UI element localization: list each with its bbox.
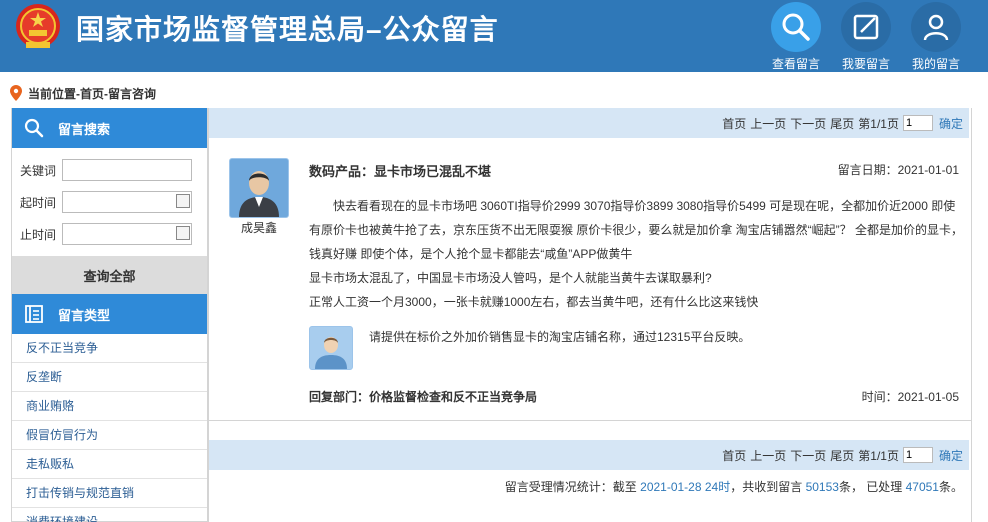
start-date-label: 起时间	[20, 195, 57, 210]
query-all-button[interactable]: 查询全部	[12, 256, 207, 294]
location-pin-icon	[10, 85, 22, 101]
search-panel-title: 留言搜索	[58, 121, 111, 137]
types-panel-header: 留言类型	[12, 294, 207, 334]
divider	[209, 420, 971, 421]
stats-mid2: 条， 已处理	[838, 480, 906, 494]
next-page-link[interactable]: 下一页	[790, 115, 826, 132]
bottom-pager: 首页 上一页 下一页 尾页 第1/1页 确定	[209, 440, 969, 470]
user-icon	[923, 14, 949, 41]
type-item[interactable]: 假冒仿冒行为	[12, 421, 207, 450]
keyword-input[interactable]	[62, 159, 192, 181]
last-page-link[interactable]: 尾页	[830, 447, 854, 464]
leave-message-label: 我要留言	[841, 57, 890, 71]
calendar-icon[interactable]	[176, 194, 190, 208]
stats-date: 2021-01-28 24时	[640, 480, 731, 494]
stats-processed: 47051	[905, 480, 939, 494]
stats-suffix: 条。	[938, 480, 963, 494]
search-icon	[782, 13, 810, 41]
type-list: 反不正当竞争 反垄断 商业贿赂 假冒仿冒行为 走私贩私 打击传销与规范直销 消费…	[12, 334, 207, 522]
message-paragraph: 快去看看现在的显卡市场吧 3060TI指导价2999 3070指导价3899 3…	[309, 199, 963, 261]
prev-page-link[interactable]: 上一页	[750, 447, 786, 464]
end-date-input[interactable]	[62, 223, 192, 245]
message-title: 数码产品：显卡市场已混乱不堪	[309, 164, 492, 179]
type-item[interactable]: 反垄断	[12, 363, 207, 392]
last-page-link[interactable]: 尾页	[830, 115, 854, 132]
stats-prefix: 留言受理情况统计：截至	[504, 480, 641, 494]
search-icon	[24, 118, 44, 138]
top-pager: 首页 上一页 下一页 尾页 第1/1页 确定	[209, 108, 969, 138]
author-name: 成昊鑫	[240, 221, 277, 235]
person-icon	[315, 337, 347, 369]
start-date-input[interactable]	[62, 191, 192, 213]
message-paragraph: 显卡市场太混乱了，中国显卡市场没人管吗，是个人就能当黄牛去谋取暴利?	[309, 271, 712, 285]
search-panel-header: 留言搜索	[12, 108, 207, 148]
author-avatar	[229, 158, 289, 218]
reply-text: 请提供在标价之外加价销售显卡的淘宝店铺名称，通过12315平台反映。	[369, 330, 751, 344]
confirm-button[interactable]: 确定	[939, 115, 963, 132]
end-date-label: 止时间	[20, 227, 57, 242]
stats-received: 50153	[805, 480, 839, 494]
sidebar: 留言搜索 关键词 起时间 止时间 查询全部 留言类型 反不正当竞争 反垄断 商业…	[11, 108, 208, 522]
reply-time: 时间：2021-01-05	[861, 390, 959, 404]
message-paragraph: 正常人工资一个月3000，一张卡就赚1000左右，都去当黄牛吧，还有什么比这来钱…	[309, 295, 759, 309]
message-panel: 首页 上一页 下一页 尾页 第1/1页 确定 成昊鑫 数码产品：显卡市场已混乱不…	[208, 108, 972, 522]
reply-avatar	[309, 326, 353, 370]
list-icon	[25, 305, 43, 323]
site-title: 国家市场监督管理总局–公众留言	[76, 14, 499, 45]
prev-page-link[interactable]: 上一页	[750, 115, 786, 132]
my-messages-button[interactable]: 我的留言	[908, 2, 964, 72]
page-input[interactable]	[902, 447, 933, 463]
end-date-row: 止时间	[12, 218, 207, 250]
message-body: 快去看看现在的显卡市场吧 3060TI指导价2999 3070指导价3899 3…	[309, 194, 963, 314]
calendar-icon[interactable]	[176, 226, 190, 240]
site-header: 国家市场监督管理总局–公众留言 查看留言 我要留言 我的留言	[0, 0, 988, 72]
my-messages-label: 我的留言	[911, 57, 960, 71]
type-item[interactable]: 商业贿赂	[12, 392, 207, 421]
national-emblem-icon	[12, 2, 64, 54]
stats-mid1: ，共收到留言	[730, 480, 806, 494]
type-item[interactable]: 打击传销与规范直销	[12, 479, 207, 508]
type-item[interactable]: 反不正当竞争	[12, 334, 207, 363]
breadcrumb: 当前位置-首页-留言咨询	[10, 82, 156, 104]
types-panel-title: 留言类型	[58, 307, 111, 323]
type-item[interactable]: 消费环境建设	[12, 508, 207, 522]
leave-message-button[interactable]: 我要留言	[838, 2, 894, 72]
edit-icon	[853, 14, 879, 40]
first-page-link[interactable]: 首页	[722, 447, 746, 464]
reply-department: 回复部门：价格监督检查和反不正当竞争局	[309, 390, 538, 404]
statistics-line: 留言受理情况统计：截至 2021-01-28 24时，共收到留言 50153条，…	[505, 478, 963, 495]
keyword-label: 关键词	[20, 163, 57, 178]
message-date: 留言日期：2021-01-01	[837, 163, 959, 177]
confirm-button[interactable]: 确定	[939, 447, 963, 464]
breadcrumb-text: 当前位置-首页-留言咨询	[28, 86, 156, 101]
keyword-row: 关键词	[12, 154, 207, 186]
next-page-link[interactable]: 下一页	[790, 447, 826, 464]
start-date-row: 起时间	[12, 186, 207, 218]
view-messages-label: 查看留言	[771, 57, 820, 71]
page-input[interactable]	[902, 115, 933, 131]
first-page-link[interactable]: 首页	[722, 115, 746, 132]
page-info: 第1/1页	[858, 116, 899, 131]
person-icon	[239, 171, 279, 217]
type-item[interactable]: 走私贩私	[12, 450, 207, 479]
view-messages-button[interactable]: 查看留言	[768, 2, 824, 72]
page-info: 第1/1页	[858, 448, 899, 463]
